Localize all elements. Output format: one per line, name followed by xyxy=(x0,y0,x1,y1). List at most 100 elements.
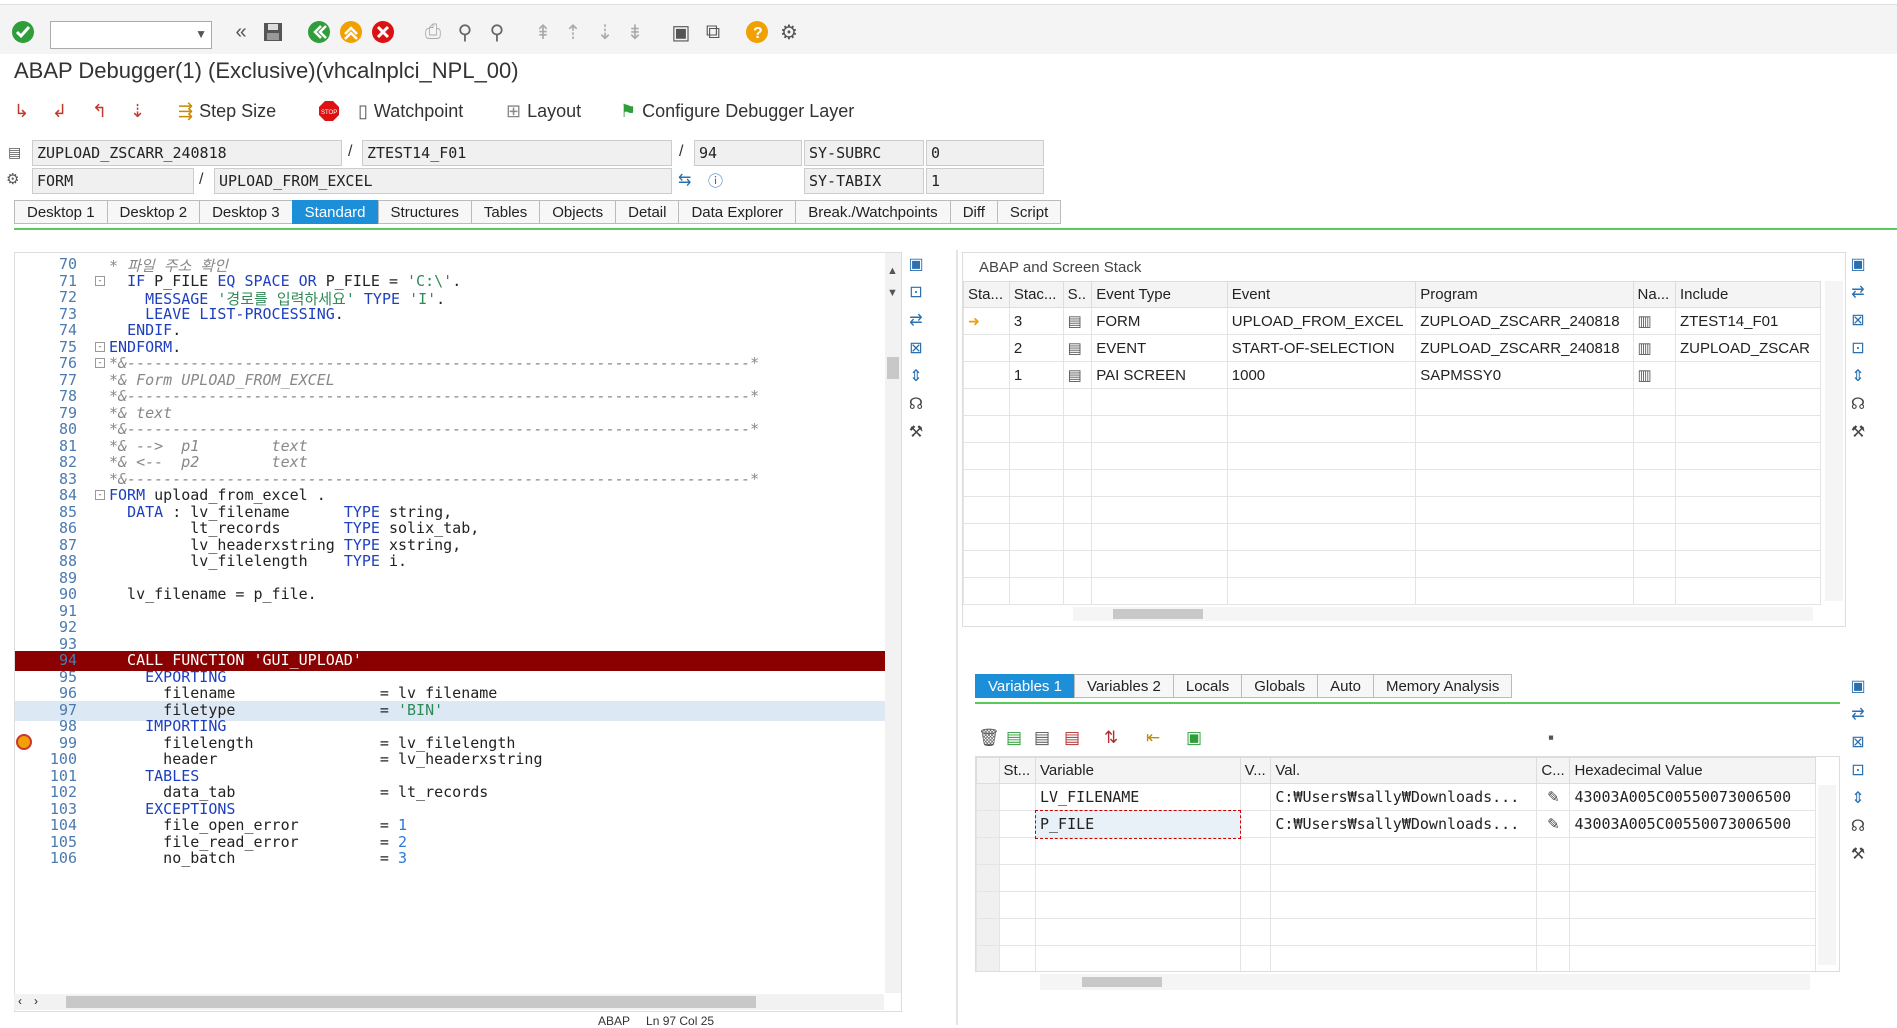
code-horizontal-scrollbar[interactable]: ‹ › xyxy=(14,994,884,1010)
stack-row[interactable]: ➜ 3 ▤ FORM UPLOAD_FROM_EXCEL ZUPLOAD_ZSC… xyxy=(963,307,1822,335)
new-tool-icon[interactable]: ⊡ xyxy=(1846,760,1870,782)
scroll-right-icon[interactable]: › xyxy=(34,994,38,1008)
settings-tool-icon[interactable]: ⚒ xyxy=(904,422,928,444)
navigate-icon[interactable]: ⇆ xyxy=(678,170,691,190)
close-tool-icon[interactable]: ⊠ xyxy=(904,338,928,360)
fold-toggle-icon[interactable]: - xyxy=(95,490,105,500)
replace-tool-icon[interactable]: ⇄ xyxy=(1846,282,1870,304)
next-page-icon[interactable]: ⇣ xyxy=(592,19,618,45)
tab-script[interactable]: Script xyxy=(996,200,1062,224)
var-tab-memory-analysis[interactable]: Memory Analysis xyxy=(1372,674,1513,698)
maximize-icon[interactable]: ▣ xyxy=(1846,254,1870,276)
scroll-down-icon[interactable]: ▼ xyxy=(887,287,898,299)
shortcut-icon[interactable]: ⧉ xyxy=(700,19,726,45)
delete-row-icon[interactable]: ▤ xyxy=(1064,728,1080,748)
var-horizontal-scrollbar[interactable] xyxy=(1040,974,1810,990)
configure-layer-button[interactable]: ⚑ Configure Debugger Layer xyxy=(620,98,854,124)
tab-desktop-1[interactable]: Desktop 1 xyxy=(14,200,107,224)
replace-tool-icon[interactable]: ⇄ xyxy=(1846,704,1870,726)
tab-data-explorer[interactable]: Data Explorer xyxy=(678,200,796,224)
find-icon[interactable]: ⚲ xyxy=(452,19,478,45)
services-icon[interactable]: ☊ xyxy=(1846,394,1870,416)
step-size-button[interactable]: ⇶ Step Size xyxy=(178,98,276,124)
maximize-icon[interactable]: ▣ xyxy=(904,254,928,276)
var-col-header[interactable]: C... xyxy=(1536,757,1571,784)
tab-objects[interactable]: Objects xyxy=(539,200,616,224)
command-field[interactable]: ▼ xyxy=(50,21,212,49)
row-selector[interactable] xyxy=(976,757,1000,784)
save-icon[interactable] xyxy=(260,19,286,45)
fold-toggle-icon[interactable]: - xyxy=(95,341,105,352)
navigate-icon[interactable]: ▥ xyxy=(1632,361,1676,389)
navigate-var-icon[interactable]: ⇤ xyxy=(1146,728,1160,748)
tab-break-watchpoints[interactable]: Break./Watchpoints xyxy=(795,200,950,224)
var-tab-auto[interactable]: Auto xyxy=(1317,674,1373,698)
navigate-icon[interactable]: ▥ xyxy=(1632,334,1676,362)
code-vertical-scrollbar[interactable]: ▲ ▼ xyxy=(885,253,901,993)
exit-icon[interactable] xyxy=(338,19,364,45)
stack-col-header[interactable]: Sta... xyxy=(963,281,1010,308)
stack-col-header[interactable]: Event xyxy=(1226,281,1417,308)
variable-row[interactable]: P_FILE C:₩Users₩sally₩Downloads... ✎ 430… xyxy=(976,809,1816,839)
settings-tool-icon[interactable]: ⚒ xyxy=(1846,844,1870,866)
var-col-header[interactable]: V... xyxy=(1239,757,1272,784)
swap-tool-icon[interactable]: ⇕ xyxy=(1846,788,1870,810)
services-icon[interactable]: ☊ xyxy=(1846,816,1870,838)
row-selector[interactable] xyxy=(976,783,1000,811)
navigate-icon[interactable]: ▥ xyxy=(1632,307,1676,335)
var-col-header[interactable]: Val. xyxy=(1270,757,1538,784)
return-button[interactable]: ↰ xyxy=(92,98,107,124)
scroll-thumb[interactable] xyxy=(887,357,899,379)
stack-col-header[interactable]: S.. xyxy=(1062,281,1093,308)
var-col-header[interactable]: Hexadecimal Value xyxy=(1569,757,1816,784)
back-icon[interactable] xyxy=(306,19,332,45)
variable-value[interactable]: C:₩Users₩sally₩Downloads... xyxy=(1270,783,1538,811)
append-row-icon[interactable]: ▤ xyxy=(1034,728,1050,748)
scroll-up-icon[interactable]: ▲ xyxy=(887,265,898,277)
empty-row[interactable] xyxy=(976,837,1816,865)
variable-value[interactable]: C:₩Users₩sally₩Downloads... xyxy=(1270,810,1538,838)
cancel-icon[interactable] xyxy=(370,19,396,45)
var-col-header[interactable]: Variable xyxy=(1035,757,1241,784)
layout-button[interactable]: ⊞ Layout xyxy=(506,98,581,124)
pencil-icon[interactable]: ✎ xyxy=(1536,810,1571,838)
var-col-header[interactable]: St... xyxy=(998,757,1036,784)
chevron-down-icon[interactable]: ▼ xyxy=(195,27,207,41)
tab-detail[interactable]: Detail xyxy=(615,200,679,224)
swap-tool-icon[interactable]: ⇕ xyxy=(1846,366,1870,388)
settings-tool-icon[interactable]: ⚒ xyxy=(1846,422,1870,444)
new-session-icon[interactable]: ▣ xyxy=(668,19,694,45)
tab-desktop-2[interactable]: Desktop 2 xyxy=(106,200,200,224)
close-tool-icon[interactable]: ⊠ xyxy=(1846,732,1870,754)
close-tool-icon[interactable]: ⊠ xyxy=(1846,310,1870,332)
var-hscroll-thumb[interactable] xyxy=(1082,977,1162,987)
var-tab-variables-2[interactable]: Variables 2 xyxy=(1073,674,1173,698)
last-page-icon[interactable]: ⇟ xyxy=(622,19,648,45)
stack-hscroll-thumb[interactable] xyxy=(1113,609,1203,619)
enter-icon[interactable] xyxy=(10,19,36,45)
tab-structures[interactable]: Structures xyxy=(377,200,471,224)
new-tool-icon[interactable]: ⊡ xyxy=(904,282,928,304)
save-variables-icon[interactable]: ▪ xyxy=(1548,728,1554,748)
stack-col-header[interactable]: Na... xyxy=(1632,281,1676,308)
empty-row[interactable] xyxy=(976,891,1816,919)
pencil-icon[interactable]: ✎ xyxy=(1536,783,1571,811)
stack-col-header[interactable]: Event Type xyxy=(1091,281,1228,308)
replace-tool-icon[interactable]: ⇄ xyxy=(904,310,928,332)
tab-diff[interactable]: Diff xyxy=(949,200,997,224)
delete-icon[interactable]: 🗑 xyxy=(978,728,1000,748)
maximize-icon[interactable]: ▣ xyxy=(1846,676,1870,698)
scroll-left-icon[interactable]: ‹ xyxy=(18,994,22,1008)
stop-button[interactable]: STOP xyxy=(318,98,340,124)
help-icon[interactable]: ? xyxy=(744,19,770,45)
stack-horizontal-scrollbar[interactable] xyxy=(1073,607,1813,621)
tab-tables[interactable]: Tables xyxy=(470,200,540,224)
export-icon[interactable]: ▣ xyxy=(1186,728,1202,748)
hscroll-thumb[interactable] xyxy=(66,996,756,1008)
services-icon[interactable]: ☊ xyxy=(904,394,928,416)
info-icon[interactable]: ⓘ xyxy=(708,170,723,191)
swap-tool-icon[interactable]: ⇕ xyxy=(904,366,928,388)
fold-toggle-icon[interactable]: - xyxy=(95,275,105,286)
stack-col-header[interactable]: Stac... xyxy=(1008,281,1064,308)
var-tab-variables-1[interactable]: Variables 1 xyxy=(975,674,1074,698)
